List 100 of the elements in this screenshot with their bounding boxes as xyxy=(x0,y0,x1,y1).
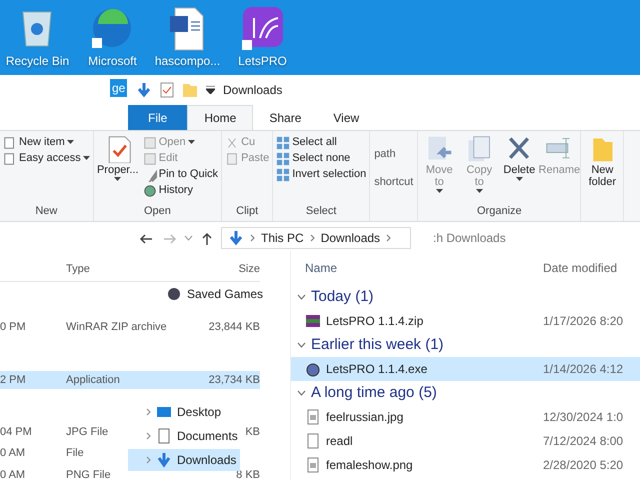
breadcrumb[interactable]: Downloads xyxy=(320,229,380,247)
column-header[interactable]: Size xyxy=(238,261,260,278)
grid-icon xyxy=(276,168,290,182)
column-header[interactable]: Type xyxy=(66,261,90,278)
app-icon xyxy=(240,4,286,52)
column-header[interactable]: Date modified xyxy=(543,259,618,277)
new-item-icon xyxy=(3,136,17,150)
dropdown-icon xyxy=(206,86,215,94)
chevron-icon xyxy=(184,235,193,241)
ribbon-button[interactable]: New folder xyxy=(583,135,622,203)
down-arrow-icon xyxy=(228,230,244,246)
ribbon-button[interactable]: Select all xyxy=(275,135,368,150)
desktop-label-fragment: ge xyxy=(110,79,128,97)
desktop-icon-label[interactable]: Recycle Bin xyxy=(6,52,70,70)
ribbon-button[interactable]: History xyxy=(142,183,220,198)
desktop-icon-label[interactable]: hascompo... xyxy=(154,52,220,70)
arrow-icon xyxy=(139,232,153,246)
image-file-icon xyxy=(305,409,321,425)
documents-icon xyxy=(156,428,172,444)
table-cell-text: 0 PM xyxy=(0,320,27,335)
ribbon-button[interactable]: Easy access xyxy=(2,151,91,166)
ribbon-button[interactable]: Delete xyxy=(500,135,538,203)
archive-icon xyxy=(305,313,321,329)
chevron-icon xyxy=(297,342,306,348)
ribbon-button[interactable]: Select none xyxy=(275,151,368,166)
chevron-icon xyxy=(250,234,255,242)
table-cell-text: 23,844 KB xyxy=(208,320,260,335)
date-cell-text: 7/12/2024 8:00 xyxy=(543,433,624,450)
file-name[interactable]: feelrussian.jpg xyxy=(326,408,404,426)
caret-icon xyxy=(436,189,443,194)
nav-item[interactable]: Downloads xyxy=(128,449,240,471)
caret-icon xyxy=(82,156,90,161)
column-header[interactable]: Name xyxy=(291,259,543,277)
table-cell-text: 0 AM xyxy=(0,446,26,461)
chevron-icon xyxy=(310,234,315,242)
chevron-icon xyxy=(146,408,151,416)
ribbon-tab[interactable]: Share xyxy=(253,105,318,130)
downloads-icon xyxy=(156,452,172,468)
table-cell-text: 2 PM xyxy=(0,372,27,388)
group-header[interactable]: Today (1) xyxy=(291,285,380,309)
group-header[interactable]: Earlier this week (1) xyxy=(291,333,450,357)
ribbon-group-label: Select xyxy=(304,204,338,219)
grid-icon xyxy=(276,136,290,150)
caret-icon xyxy=(188,140,195,145)
properties-icon xyxy=(160,82,174,98)
arrow-icon xyxy=(163,232,177,246)
ribbon-group-label: Organize xyxy=(476,204,523,219)
table-cell-text: 04 PM xyxy=(0,424,33,440)
date-cell-text: 1/17/2026 8:20 xyxy=(543,313,624,330)
file-name[interactable]: femaleshow.png xyxy=(326,456,413,474)
file-name[interactable]: readl xyxy=(326,432,353,450)
ribbon-group-label: New xyxy=(34,204,58,219)
window-title: Downloads xyxy=(223,82,282,99)
table-cell-text: PNG File xyxy=(66,468,111,480)
chevron-icon xyxy=(297,390,306,396)
application-icon xyxy=(305,361,321,377)
desktop-icon-label[interactable]: LetsPRO xyxy=(238,52,287,70)
file-row[interactable]: LetsPRO 1.1.4.exe 1/14/2026 4:12 xyxy=(291,357,640,381)
folder-icon xyxy=(182,82,198,98)
chevron-icon xyxy=(297,294,306,300)
ribbon-tab[interactable]: Home xyxy=(187,105,254,130)
chevron-icon xyxy=(146,432,151,440)
desktop-icon xyxy=(156,404,172,420)
caret-icon xyxy=(476,189,483,194)
caret-icon xyxy=(66,140,74,145)
table-cell-text: Application xyxy=(66,372,120,388)
table-cell-text: 0 AM xyxy=(0,468,26,480)
ribbon-button[interactable]: Invert selection xyxy=(275,167,368,182)
down-arrow-icon xyxy=(136,82,152,98)
chevron-icon xyxy=(146,456,151,464)
file-name[interactable]: LetsPRO 1.1.4.zip xyxy=(326,312,424,330)
ribbon-tab[interactable]: File xyxy=(128,105,188,130)
table-cell-text: 23,734 KB xyxy=(208,372,260,388)
group-header[interactable]: A long time ago (5) xyxy=(291,381,443,405)
ribbon-button[interactable]: Proper... xyxy=(96,135,140,203)
table-cell-text: KB xyxy=(245,424,260,440)
breadcrumb[interactable]: This PC xyxy=(261,229,304,247)
desktop-icon-label[interactable]: Microsoft xyxy=(88,52,137,70)
file-name[interactable]: LetsPRO 1.1.4.exe xyxy=(326,360,428,378)
ribbon-group-label: Open xyxy=(142,204,172,219)
ribbon-button[interactable]: New item xyxy=(2,135,91,150)
date-cell-text: 2/28/2020 5:20 xyxy=(543,457,624,474)
file-row[interactable]: 2 PM Application 23,734 KB xyxy=(0,371,260,389)
ribbon-button[interactable]: shortcut xyxy=(372,163,416,190)
caret-icon xyxy=(516,177,523,182)
date-cell-text: 1/14/2026 4:12 xyxy=(543,361,624,378)
date-cell-text: 12/30/2024 1:0 xyxy=(543,409,624,426)
file-icon xyxy=(305,433,321,449)
ribbon-group-label: Clipt xyxy=(235,204,260,219)
ribbon-button[interactable]: path xyxy=(372,135,416,162)
ribbon-tab[interactable]: View xyxy=(317,105,376,130)
grid-icon xyxy=(276,152,290,166)
table-cell-text: File xyxy=(66,446,84,461)
arrow-icon xyxy=(200,232,214,246)
clipboard-icon xyxy=(225,152,240,166)
table-cell-text: WinRAR ZIP archive xyxy=(66,320,167,335)
chevron-icon xyxy=(386,234,392,242)
address-bar[interactable]: This PC Downloads xyxy=(221,227,411,249)
page-icon xyxy=(3,152,17,166)
ribbon-button[interactable]: Pin to Quick xyxy=(142,167,220,182)
